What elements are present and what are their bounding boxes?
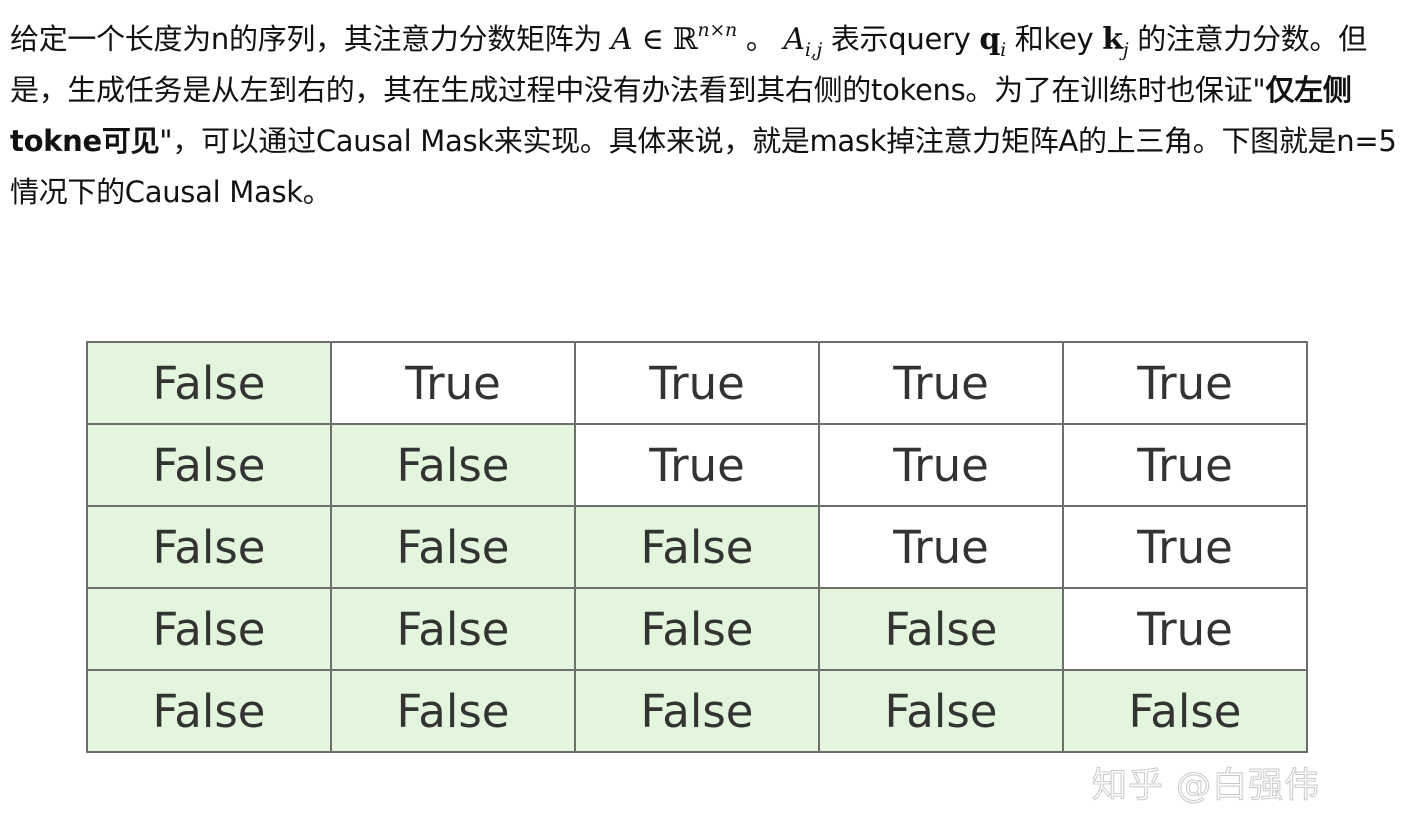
table-cell: False [1062, 669, 1308, 753]
math-key-vector: kj [1102, 22, 1128, 60]
table-row: False False False False True [86, 587, 1308, 671]
table-cell: False [86, 505, 332, 589]
text-segment: 和key [1005, 22, 1103, 56]
article-paragraph: 给定一个长度为n的序列，其注意力分数矩阵为 A ∈ ℝn×n 。 Ai,j 表示… [10, 14, 1402, 218]
math-symbol: ℝ [672, 22, 698, 57]
math-subscript: i,j [804, 39, 822, 61]
math-query-vector: qi [979, 22, 1006, 60]
math-symbol: k [1102, 22, 1123, 57]
table-cell: False [330, 669, 576, 753]
table-cell: True [330, 341, 576, 425]
table-row: False False True True True [86, 423, 1308, 507]
table-cell: False [330, 505, 576, 589]
math-symbol: A [611, 22, 633, 57]
table-cell: True [1062, 505, 1308, 589]
table-cell: False [86, 587, 332, 671]
text-segment: 给定一个长度为n的序列，其注意力分数矩阵为 [10, 22, 611, 56]
math-symbol: q [979, 22, 1001, 57]
text-segment: 。 [736, 22, 784, 56]
table-cell: True [574, 341, 820, 425]
table-cell: False [818, 669, 1064, 753]
text-segment: 表示query [821, 22, 980, 56]
table-row: False False False False False [86, 669, 1308, 753]
math-superscript: n×n [697, 19, 737, 41]
table-cell: False [574, 669, 820, 753]
table-cell: True [574, 423, 820, 507]
math-symbol: A [783, 22, 805, 57]
table-row: False False False True True [86, 505, 1308, 589]
table-cell: False [574, 505, 820, 589]
table-cell: False [330, 587, 576, 671]
table-cell: True [818, 505, 1064, 589]
table-cell: True [1062, 587, 1308, 671]
table-cell: True [818, 341, 1064, 425]
table-cell: True [818, 423, 1064, 507]
table-cell: False [86, 341, 332, 425]
table-cell: False [86, 669, 332, 753]
table-cell: False [574, 587, 820, 671]
table-cell: False [330, 423, 576, 507]
math-matrix-definition: A ∈ ℝn×n [611, 19, 737, 58]
table-cell: True [1062, 423, 1308, 507]
table-cell: False [818, 587, 1064, 671]
watermark: 知乎 @白强伟 [1091, 766, 1321, 807]
table-cell: True [1062, 341, 1308, 425]
causal-mask-body: False True True True True False False True True T… [86, 341, 1308, 753]
text-segment: "，可以通过Causal Mask来实现。具体来说，就是mask掉注意力矩阵A的… [10, 124, 1397, 209]
causal-mask-table: False True True True True False False True True T… [86, 341, 1308, 753]
table-cell: False [86, 423, 332, 507]
table-row: False True True True True [86, 341, 1308, 425]
math-symbol: ∈ [632, 22, 673, 57]
math-score-element: Ai,j [783, 22, 822, 60]
